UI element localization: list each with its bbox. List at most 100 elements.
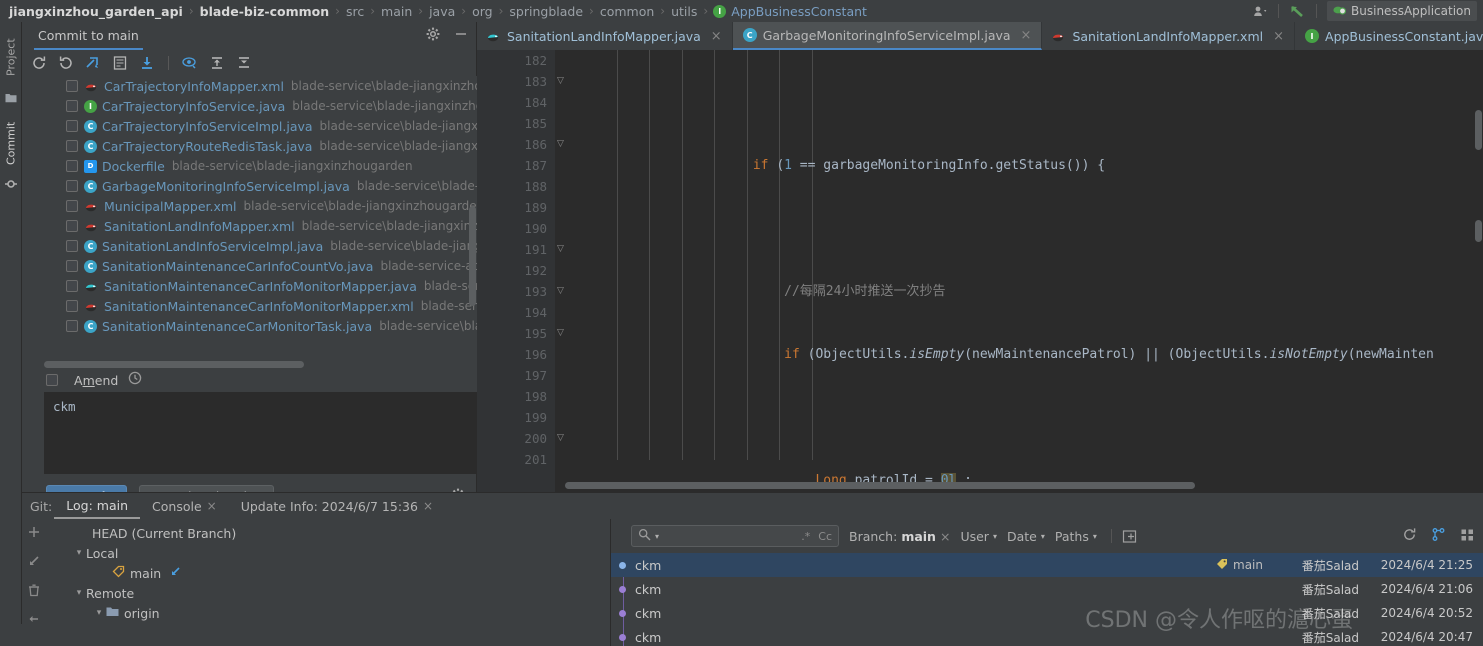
add-column-icon[interactable]: [1122, 529, 1137, 544]
close-icon[interactable]: ×: [1021, 28, 1032, 43]
breadcrumb-item-src[interactable]: src: [345, 4, 365, 19]
refresh-icon[interactable]: [1402, 527, 1417, 546]
clock-icon[interactable]: [128, 371, 142, 389]
breadcrumb-item-org[interactable]: org: [471, 4, 494, 19]
list-item[interactable]: CarTrajectoryInfoMapper.xml blade-servic…: [22, 76, 477, 96]
sidebar-item-project[interactable]: Project: [0, 26, 22, 88]
list-item[interactable]: I CarTrajectoryInfoService.java blade-se…: [22, 96, 477, 116]
file-checkbox[interactable]: [66, 100, 78, 112]
branch-tree[interactable]: HEAD (Current Branch) ▾ Local main ▾ Rem…: [46, 519, 611, 646]
breadcrumb-item-java[interactable]: java: [428, 4, 456, 19]
file-checkbox[interactable]: [66, 80, 78, 92]
file-checkbox[interactable]: [66, 140, 78, 152]
filter-paths[interactable]: Paths ▾: [1055, 529, 1097, 544]
list-item[interactable]: C CarTrajectoryRouteRedisTask.java blade…: [22, 136, 477, 156]
close-icon[interactable]: ×: [1273, 29, 1284, 44]
case-sensitive-toggle[interactable]: Cc: [818, 530, 832, 543]
branch-head[interactable]: HEAD (Current Branch): [46, 523, 610, 543]
filter-date[interactable]: Date ▾: [1007, 529, 1045, 544]
close-icon[interactable]: ×: [423, 499, 433, 513]
tab-update-info[interactable]: Update Info: 2024/6/7 15:36 ×: [229, 493, 445, 519]
commit-message-input[interactable]: ckm: [44, 392, 477, 474]
breadcrumb-item-common[interactable]: common: [599, 4, 655, 19]
file-checkbox[interactable]: [66, 320, 78, 332]
file-list-vertical-scrollbar[interactable]: [469, 206, 476, 306]
chevron-down-icon[interactable]: ▾: [655, 532, 659, 541]
branch-group-remote[interactable]: ▾ Remote: [46, 583, 610, 603]
delete-icon[interactable]: [27, 583, 41, 601]
close-icon[interactable]: ×: [940, 529, 950, 544]
table-row[interactable]: ckm 番茄Salad 2024/6/4 20:47: [611, 625, 1483, 646]
list-item[interactable]: C GarbageMonitoringInfoServiceImpl.java …: [22, 176, 477, 196]
expand-all-icon[interactable]: [208, 54, 226, 72]
tab-garbagemonitoringinfoserviceimpl-java[interactable]: C GarbageMonitoringInfoServiceImpl.java …: [732, 22, 1043, 50]
download-icon[interactable]: [138, 54, 156, 72]
file-checkbox[interactable]: [66, 260, 78, 272]
file-checkbox[interactable]: [66, 220, 78, 232]
run-configuration-selector[interactable]: BusinessApplication: [1327, 1, 1477, 21]
list-item[interactable]: C SanitationLandInfoServiceImpl.java bla…: [22, 236, 477, 256]
file-checkbox[interactable]: [66, 240, 78, 252]
tab-console[interactable]: Console ×: [140, 493, 229, 519]
list-item[interactable]: C SanitationMaintenanceCarMonitorTask.ja…: [22, 316, 477, 336]
tab-appbusinessconstant-java[interactable]: I AppBusinessConstant.java ×: [1295, 22, 1483, 50]
commit-list[interactable]: ckm main 番茄Salad 2024/6/4 21:25 ckm 番茄Sa…: [611, 553, 1483, 646]
close-icon[interactable]: ×: [711, 29, 722, 44]
editor-horizontal-scrollbar[interactable]: [565, 482, 1195, 489]
regex-toggle[interactable]: .*: [801, 530, 810, 543]
branch-group-local[interactable]: ▾ Local: [46, 543, 610, 563]
list-item[interactable]: C CarTrajectoryInfoServiceImpl.java blad…: [22, 116, 477, 136]
branch-item-main[interactable]: main: [46, 563, 610, 583]
file-checkbox[interactable]: [66, 280, 78, 292]
list-item[interactable]: SanitationMaintenanceCarInfoMonitorMappe…: [22, 296, 477, 316]
code-content[interactable]: if (1 == garbageMonitoringInfo.getStatus…: [565, 50, 1483, 492]
plus-icon[interactable]: [27, 525, 41, 543]
fetch-icon[interactable]: [27, 554, 41, 572]
tab-log-main[interactable]: Log: main: [54, 493, 141, 519]
branch-group-origin[interactable]: ▾ origin: [46, 603, 610, 623]
code-editor[interactable]: 182 183 184 185 186 187 188 189 190 191 …: [477, 50, 1483, 492]
list-item[interactable]: SanitationMaintenanceCarInfoMonitorMappe…: [22, 276, 477, 296]
filter-branch[interactable]: Branch: main ×: [849, 529, 950, 544]
gear-icon[interactable]: [426, 27, 440, 45]
arrow-left-icon[interactable]: [27, 612, 41, 630]
filter-user[interactable]: User ▾: [960, 529, 997, 544]
table-row[interactable]: ckm 番茄Salad 2024/6/4 20:52: [611, 601, 1483, 625]
chevron-down-icon[interactable]: ▾: [72, 588, 86, 598]
collapse-all-icon[interactable]: [235, 54, 253, 72]
changed-files-list[interactable]: CarTrajectoryInfoMapper.xml blade-servic…: [22, 76, 477, 368]
breadcrumb-item-springblade[interactable]: springblade: [508, 4, 584, 19]
collapse-to-changes-icon[interactable]: [84, 54, 102, 72]
minimize-icon[interactable]: [454, 27, 468, 45]
user-icon[interactable]: [1253, 5, 1268, 18]
list-item[interactable]: C SanitationMaintenanceCarInfoCountVo.ja…: [22, 256, 477, 276]
breadcrumb-item-class[interactable]: AppBusinessConstant: [730, 4, 868, 19]
close-icon[interactable]: ×: [207, 499, 217, 513]
breadcrumb-item-module[interactable]: blade-biz-common: [199, 4, 331, 19]
list-item[interactable]: MunicipalMapper.xml blade-service\blade-…: [22, 196, 477, 216]
table-row[interactable]: ckm main 番茄Salad 2024/6/4 21:25: [611, 553, 1483, 577]
git-branch-icon[interactable]: [1431, 527, 1446, 546]
tab-sanitationlandinfomapper-java[interactable]: SanitationLandInfoMapper.java ×: [477, 22, 733, 50]
breadcrumb-item-main[interactable]: main: [380, 4, 413, 19]
file-checkbox[interactable]: [66, 160, 78, 172]
file-checkbox[interactable]: [66, 200, 78, 212]
file-checkbox[interactable]: [66, 300, 78, 312]
layout-icon[interactable]: [1460, 527, 1475, 546]
refresh-icon[interactable]: [30, 54, 48, 72]
show-diff-preview-icon[interactable]: [181, 54, 199, 72]
list-item[interactable]: D Dockerfile blade-service\blade-jiangxi…: [22, 156, 477, 176]
diff-icon[interactable]: [111, 54, 129, 72]
editor-vertical-scrollbar-secondary[interactable]: [1475, 220, 1482, 242]
breadcrumb-item-project[interactable]: jiangxinzhou_garden_api: [8, 4, 184, 19]
list-item[interactable]: SanitationLandInfoMapper.xml blade-servi…: [22, 216, 477, 236]
breadcrumb-item-utils[interactable]: utils: [670, 4, 698, 19]
chevron-down-icon[interactable]: ▾: [92, 608, 106, 618]
table-row[interactable]: ckm 番茄Salad 2024/6/4 21:06: [611, 577, 1483, 601]
rollback-icon[interactable]: [57, 54, 75, 72]
file-list-horizontal-scrollbar[interactable]: [44, 361, 304, 368]
search-input[interactable]: ▾ .* Cc: [631, 525, 839, 547]
amend-checkbox[interactable]: [46, 374, 58, 386]
chevron-down-icon[interactable]: ▾: [72, 548, 86, 558]
editor-vertical-scrollbar[interactable]: [1475, 110, 1482, 150]
